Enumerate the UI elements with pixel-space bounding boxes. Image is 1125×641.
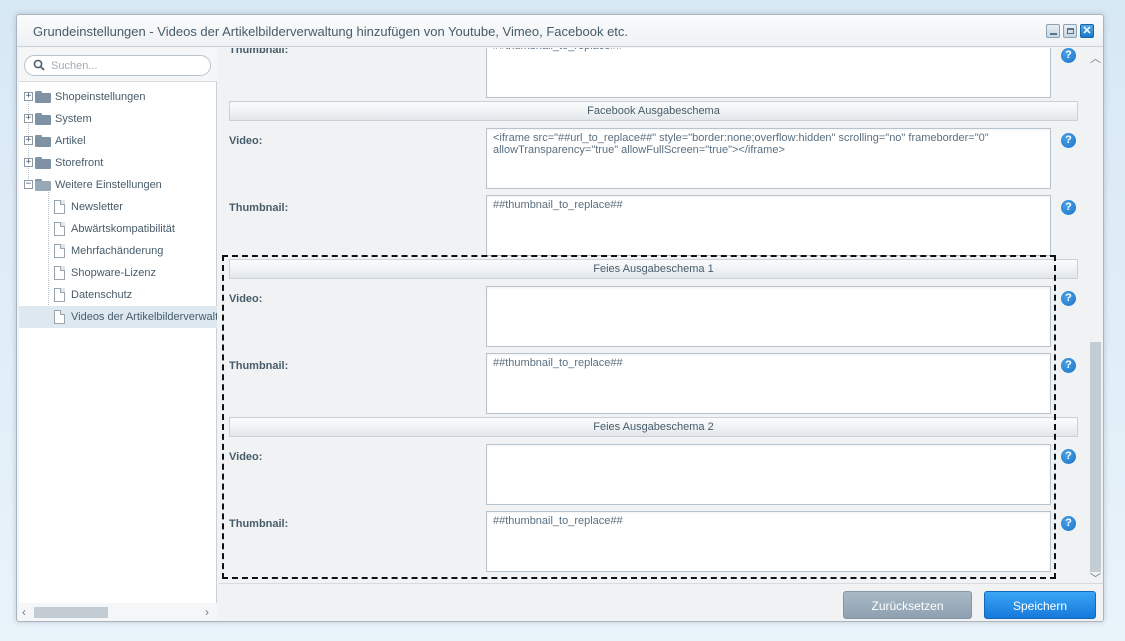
tree-item-abwaertskompatibilitaet[interactable]: Abwärtskompatibilität [19, 218, 217, 240]
settings-form: Thumbnail: ##thumbnail_to_replace## ? Fa… [219, 48, 1087, 582]
scrollbar-thumb[interactable] [34, 607, 108, 618]
document-icon [54, 310, 65, 324]
help-icon[interactable]: ? [1061, 449, 1076, 464]
search-icon [33, 59, 45, 71]
tree-item-newsletter[interactable]: Newsletter [19, 196, 217, 218]
maximize-icon [1067, 28, 1074, 34]
video-textarea[interactable]: <iframe src="##url_to_replace##" style="… [486, 128, 1051, 189]
save-button[interactable]: Speichern [984, 591, 1096, 619]
video-label: Video: [229, 135, 263, 147]
tree-item-datenschutz[interactable]: Datenschutz [19, 284, 217, 306]
footer-toolbar: Zurücksetzen Speichern [219, 583, 1103, 621]
tree-item-weitere-einstellungen[interactable]: − Weitere Einstellungen [19, 174, 217, 196]
form-vertical-scrollbar[interactable]: ︿ ﹀ [1088, 48, 1102, 585]
folder-icon [35, 91, 51, 103]
sidebar: + Shopeinstellungen + System + Artikel +… [19, 48, 217, 621]
settings-tree: + Shopeinstellungen + System + Artikel +… [19, 86, 217, 328]
tree-item-label: Videos der Artikelbilderverwaltung [71, 311, 217, 323]
help-icon[interactable]: ? [1061, 291, 1076, 306]
folder-icon [35, 135, 51, 147]
tree-item-mehrfachaenderung[interactable]: Mehrfachänderung [19, 240, 217, 262]
help-icon[interactable]: ? [1061, 358, 1076, 373]
tree-item-label: Shopeinstellungen [55, 91, 146, 103]
video-textarea[interactable] [486, 444, 1051, 505]
tree-item-label: Datenschutz [71, 289, 133, 301]
help-icon[interactable]: ? [1061, 133, 1076, 148]
thumbnail-label: Thumbnail: [229, 360, 289, 372]
tree-item-label: Abwärtskompatibilität [71, 223, 175, 235]
thumbnail-label: Thumbnail: [229, 202, 289, 214]
thumbnail-textarea[interactable]: ##thumbnail_to_replace## [486, 511, 1051, 572]
title-bar[interactable]: Grundeinstellungen - Videos der Artikelb… [17, 15, 1103, 47]
document-icon [54, 288, 65, 302]
tree-item-system[interactable]: + System [19, 108, 217, 130]
folder-icon [35, 157, 51, 169]
tree-item-storefront[interactable]: + Storefront [19, 152, 217, 174]
thumbnail-label: Thumbnail: [229, 518, 289, 530]
tree-item-label: Mehrfachänderung [71, 245, 164, 257]
search-box[interactable] [24, 55, 211, 76]
close-icon: ✕ [1082, 25, 1092, 37]
expand-icon[interactable]: + [24, 136, 33, 145]
tree-item-shopware-lizenz[interactable]: Shopware-Lizenz [19, 262, 217, 284]
help-icon[interactable]: ? [1061, 48, 1076, 63]
tree-item-label: Artikel [55, 135, 86, 147]
video-label: Video: [229, 451, 263, 463]
thumbnail-textarea[interactable]: ##thumbnail_to_replace## [486, 195, 1051, 256]
expand-icon[interactable]: + [24, 92, 33, 101]
tree-item-artikel[interactable]: + Artikel [19, 130, 217, 152]
open-folder-icon [35, 179, 51, 191]
tree-item-label: Storefront [55, 157, 104, 169]
document-icon [54, 266, 65, 280]
tree-item-label: Weitere Einstellungen [55, 179, 162, 191]
help-icon[interactable]: ? [1061, 200, 1076, 215]
tree-item-label: System [55, 113, 92, 125]
sidebar-horizontal-scrollbar[interactable]: ‹ › [19, 603, 217, 621]
thumbnail-textarea[interactable]: ##thumbnail_to_replace## [486, 353, 1051, 414]
document-icon [54, 244, 65, 258]
collapse-icon[interactable]: − [24, 180, 33, 189]
minimize-icon [1050, 33, 1057, 35]
reset-button[interactable]: Zurücksetzen [843, 591, 972, 619]
scroll-left-icon[interactable]: ‹ [22, 605, 26, 619]
scroll-right-icon[interactable]: › [205, 605, 209, 619]
maximize-button[interactable] [1063, 24, 1077, 38]
section-header: Feies Ausgabeschema 1 [229, 259, 1078, 279]
folder-icon [35, 113, 51, 125]
minimize-button[interactable] [1046, 24, 1060, 38]
expand-icon[interactable]: + [24, 114, 33, 123]
window-title: Grundeinstellungen - Videos der Artikelb… [33, 24, 629, 39]
thumbnail-textarea[interactable]: ##thumbnail_to_replace## [486, 48, 1051, 98]
section-header: Feies Ausgabeschema 2 [229, 417, 1078, 437]
close-button[interactable]: ✕ [1080, 24, 1094, 38]
tree-item-shopeinstellungen[interactable]: + Shopeinstellungen [19, 86, 217, 108]
search-area [19, 48, 217, 82]
document-icon [54, 222, 65, 236]
search-input[interactable] [51, 58, 201, 73]
scrollbar-thumb[interactable] [1090, 342, 1101, 572]
document-icon [54, 200, 65, 214]
tree-item-label: Shopware-Lizenz [71, 267, 156, 279]
field-label: Thumbnail: [229, 48, 289, 56]
video-label: Video: [229, 293, 263, 305]
help-icon[interactable]: ? [1061, 516, 1076, 531]
video-textarea[interactable] [486, 286, 1051, 347]
scroll-up-icon[interactable]: ︿ [1090, 50, 1101, 66]
expand-icon[interactable]: + [24, 158, 33, 167]
section-header: Facebook Ausgabeschema [229, 101, 1078, 121]
settings-window: Grundeinstellungen - Videos der Artikelb… [16, 14, 1104, 622]
tree-item-label: Newsletter [71, 201, 123, 213]
tree-item-videos[interactable]: Videos der Artikelbilderverwaltung [19, 306, 217, 328]
